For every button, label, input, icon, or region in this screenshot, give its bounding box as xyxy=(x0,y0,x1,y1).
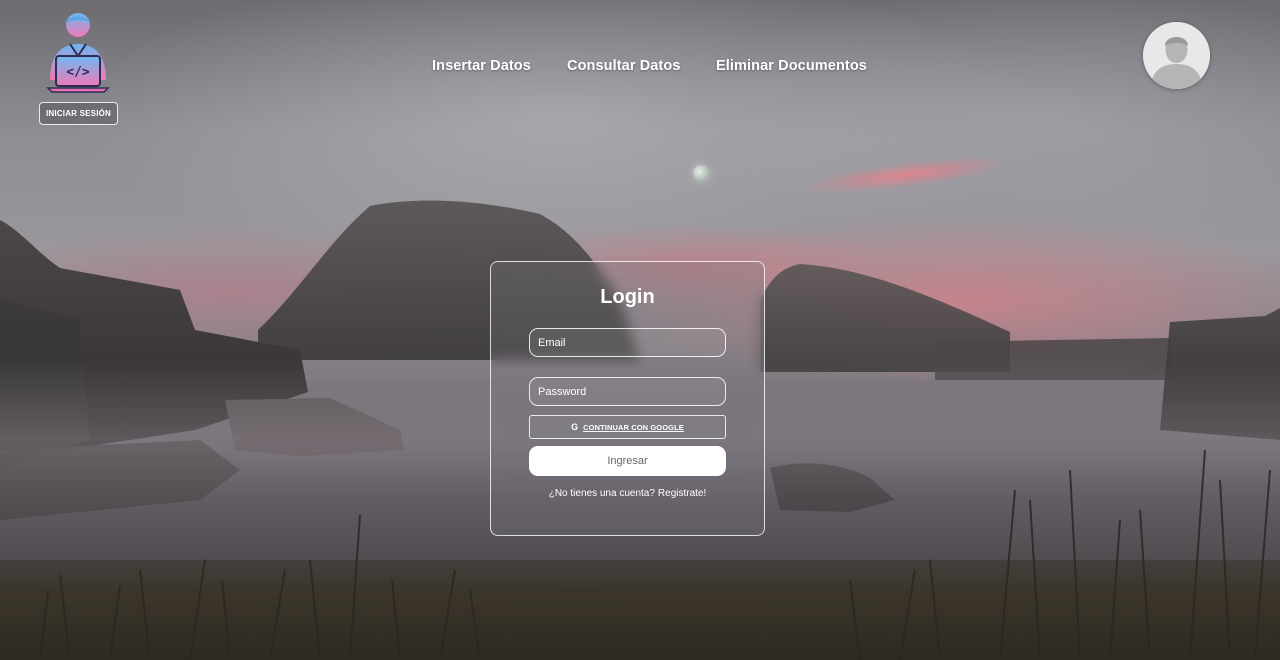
ingresar-button[interactable]: Ingresar xyxy=(529,446,726,476)
developer-laptop-icon[interactable]: </> xyxy=(44,10,112,94)
login-title: Login xyxy=(600,286,655,308)
google-signin-button[interactable]: G CONTINUAR CON GOOGLE xyxy=(529,415,726,439)
iniciar-sesion-button[interactable]: INICIAR SESIÓN xyxy=(39,102,118,125)
nav-eliminar-documentos[interactable]: Eliminar Documentos xyxy=(716,58,867,74)
avatar-silhouette xyxy=(1143,22,1210,89)
nav-insertar-datos[interactable]: Insertar Datos xyxy=(432,58,531,74)
register-prompt: ¿No tienes una cuenta? Registrate! xyxy=(491,488,764,499)
google-button-label: CONTINUAR CON GOOGLE xyxy=(583,422,684,432)
login-card: Login G CONTINUAR CON GOOGLE Ingresar ¿N… xyxy=(490,261,765,536)
logo-graphic: </> xyxy=(46,13,110,93)
register-question: ¿No tienes una cuenta? xyxy=(548,488,655,499)
nav-consultar-datos[interactable]: Consultar Datos xyxy=(567,58,681,74)
google-g-icon: G xyxy=(571,422,579,432)
main-nav: Insertar Datos Consultar Datos Eliminar … xyxy=(0,58,1280,78)
email-field[interactable] xyxy=(529,328,726,357)
register-link[interactable]: Registrate! xyxy=(658,488,706,499)
user-avatar-icon[interactable] xyxy=(1143,22,1210,89)
password-field[interactable] xyxy=(529,377,726,406)
